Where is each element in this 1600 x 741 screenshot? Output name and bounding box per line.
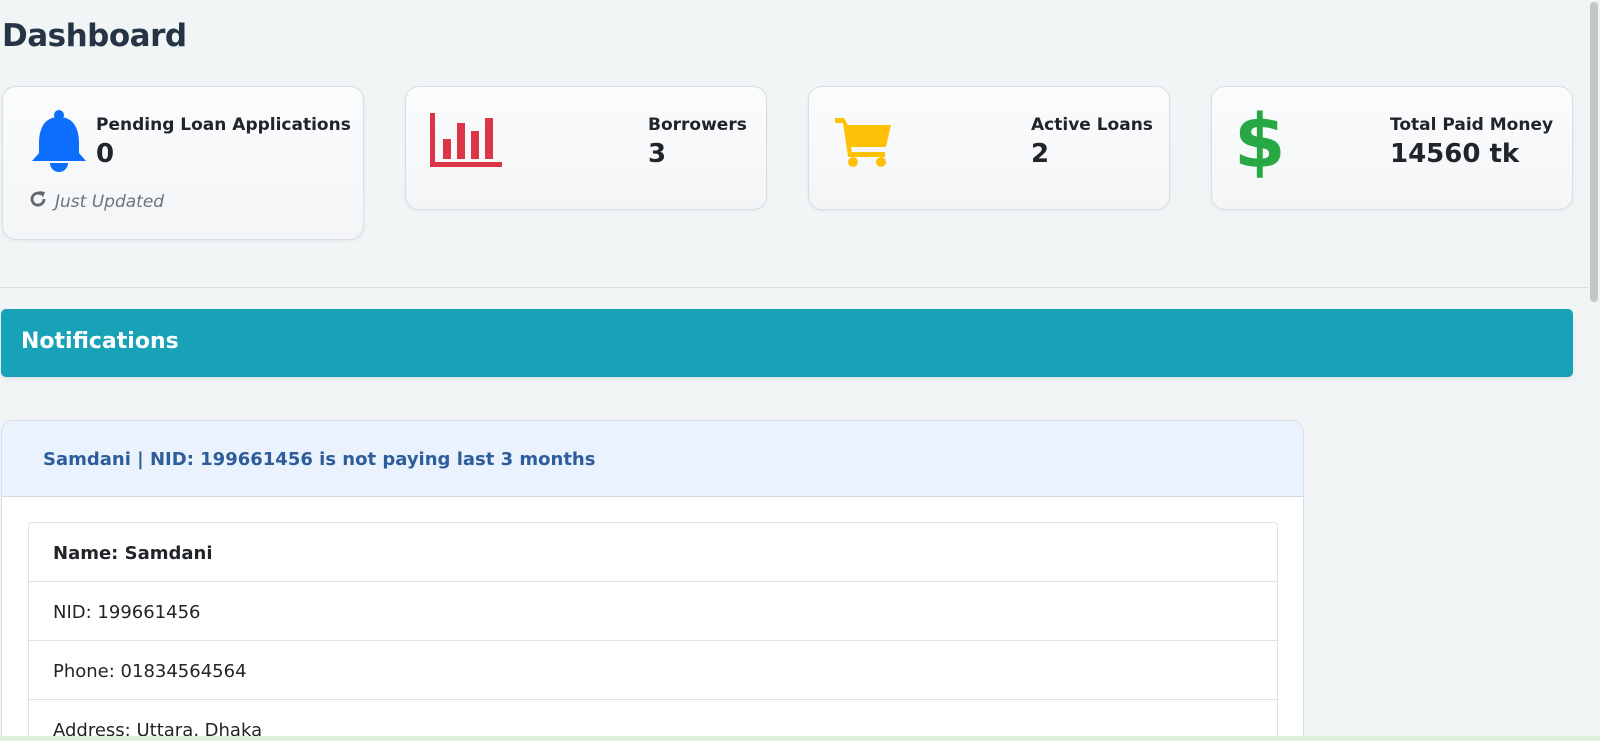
shopping-cart-icon bbox=[833, 115, 893, 171]
notification-header[interactable]: Samdani | NID: 199661456 is not paying l… bbox=[2, 421, 1303, 497]
section-divider bbox=[0, 287, 1588, 288]
active-loans-card[interactable]: Active Loans 2 bbox=[808, 86, 1170, 210]
refresh-icon bbox=[29, 190, 47, 213]
scrollbar-thumb[interactable] bbox=[1590, 2, 1598, 302]
pending-applications-value: 0 bbox=[96, 139, 115, 169]
borrowers-value: 3 bbox=[648, 139, 667, 169]
last-updated-text: Just Updated bbox=[55, 191, 165, 212]
borrower-details-list: Name: Samdani NID: 199661456 Phone: 0183… bbox=[28, 522, 1278, 741]
active-loans-value: 2 bbox=[1031, 139, 1050, 169]
borrower-address: Address: Uttara, Dhaka bbox=[29, 700, 1277, 741]
bottom-strip bbox=[0, 736, 1600, 741]
dollar-icon: $ bbox=[1234, 99, 1286, 185]
borrowers-card[interactable]: Borrowers 3 bbox=[405, 86, 767, 210]
total-paid-label: Total Paid Money bbox=[1390, 115, 1554, 135]
borrowers-label: Borrowers bbox=[648, 115, 747, 135]
pending-applications-label: Pending Loan Applications bbox=[96, 115, 351, 135]
borrower-name: Name: Samdani bbox=[29, 523, 1277, 582]
total-paid-card[interactable]: $ Total Paid Money 14560 tk bbox=[1211, 86, 1573, 210]
bell-icon bbox=[29, 109, 89, 177]
page-title: Dashboard bbox=[2, 18, 187, 54]
pending-applications-card[interactable]: Pending Loan Applications 0 Just Updated bbox=[2, 86, 364, 240]
total-paid-value: 14560 tk bbox=[1390, 139, 1520, 169]
notifications-title: Notifications bbox=[21, 329, 179, 354]
active-loans-label: Active Loans bbox=[1031, 115, 1153, 135]
last-updated-status: Just Updated bbox=[29, 190, 164, 213]
notifications-header: Notifications bbox=[1, 309, 1573, 377]
notification-card[interactable]: Samdani | NID: 199661456 is not paying l… bbox=[1, 420, 1304, 741]
vertical-scrollbar[interactable] bbox=[1588, 0, 1600, 741]
bar-chart-icon bbox=[430, 113, 502, 171]
borrower-phone: Phone: 01834564564 bbox=[29, 641, 1277, 700]
borrower-nid: NID: 199661456 bbox=[29, 582, 1277, 641]
